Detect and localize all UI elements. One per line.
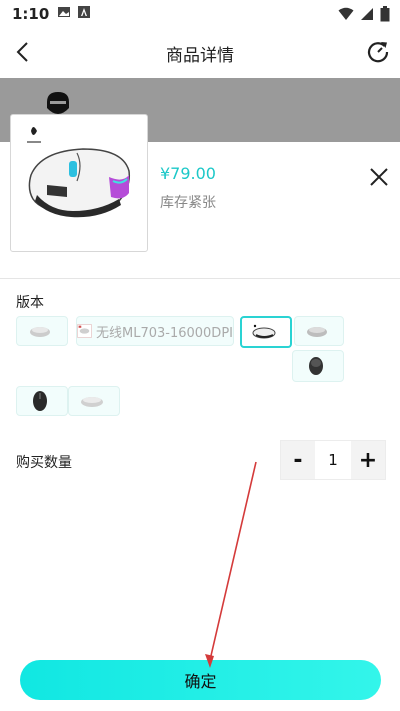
top-nav-bar: 商品详情: [0, 28, 400, 78]
variant-option-3[interactable]: [240, 316, 292, 348]
close-icon: [370, 168, 388, 186]
product-sheet: ¥79.00 库存紧张 版本 无线ML703-16000DPI 购买数量 - 1: [0, 114, 400, 711]
quantity-value[interactable]: 1: [315, 441, 351, 479]
signal-icon: [360, 7, 374, 25]
divider: [0, 278, 400, 279]
quantity-label: 购买数量: [16, 455, 72, 471]
refresh-button[interactable]: [364, 38, 392, 66]
page-title: 商品详情: [166, 45, 234, 66]
a-notification-icon: [77, 5, 91, 23]
variant-option-5[interactable]: [292, 350, 344, 382]
mouse-thumb-icon: [309, 357, 323, 375]
variant-option-2-label: 无线ML703-16000DPI: [95, 325, 233, 341]
mouse-thumb-icon: [33, 391, 47, 411]
product-price: ¥79.00: [160, 164, 216, 183]
quantity-plus-button[interactable]: +: [351, 441, 385, 479]
battery-icon: [380, 6, 390, 26]
product-thumbnail: [10, 114, 148, 252]
wifi-icon: [338, 7, 354, 25]
variant-option-6[interactable]: [16, 386, 68, 416]
confirm-button[interactable]: 确定: [20, 660, 381, 700]
refresh-icon: [367, 42, 389, 63]
status-time: 1:10: [12, 5, 50, 23]
back-button[interactable]: [10, 38, 38, 66]
status-bar: 1:10: [0, 0, 400, 28]
image-notification-icon: [57, 5, 71, 23]
variant-option-7[interactable]: [68, 386, 120, 416]
mouse-thumb-icon: [252, 324, 276, 339]
mouse-thumb-icon: [81, 397, 103, 407]
close-button[interactable]: [366, 164, 392, 190]
mouse-thumb-icon: [30, 327, 50, 337]
stock-status: 库存紧张: [160, 195, 216, 211]
variant-option-2[interactable]: 无线ML703-16000DPI: [76, 316, 234, 346]
variant-label: 版本: [16, 295, 44, 311]
quantity-stepper: - 1 +: [280, 440, 386, 480]
variant-option-1[interactable]: [16, 316, 68, 346]
variant-option-4[interactable]: [294, 316, 344, 346]
chevron-left-icon: [16, 42, 28, 62]
mouse-image-icon: [27, 127, 131, 218]
quantity-minus-button[interactable]: -: [281, 441, 315, 479]
mouse-thumb-icon: [77, 324, 92, 338]
mouse-thumb-icon: [307, 327, 327, 337]
